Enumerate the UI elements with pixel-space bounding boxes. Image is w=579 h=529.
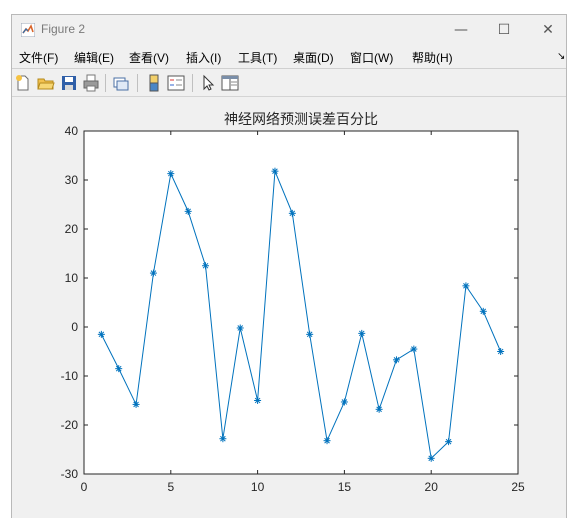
toolbar-separator <box>105 74 106 92</box>
menu-bar: 文件(F) 编辑(E) 查看(V) 插入(I) 工具(T) 桌面(D) 窗口(W… <box>12 45 566 69</box>
menu-overflow-icon[interactable]: ↘ <box>557 51 565 62</box>
menu-file[interactable]: 文件(F) <box>19 49 58 66</box>
y-tick-label: 10 <box>65 271 79 285</box>
toolbar-separator <box>192 74 193 92</box>
y-tick-label: -10 <box>61 369 79 383</box>
menu-insert[interactable]: 插入(I) <box>186 49 221 66</box>
x-tick-label: 25 <box>511 480 525 494</box>
x-tick-label: 5 <box>167 480 174 494</box>
data-point-marker <box>219 435 227 443</box>
menu-desktop[interactable]: 桌面(D) <box>293 49 334 66</box>
maximize-icon: ☐ <box>497 22 511 38</box>
figure-window: Figure 2 — ☐ ✕ 文件(F) 编辑(E) 查看(V) 插入(I) 工… <box>11 14 567 518</box>
x-tick-label: 10 <box>251 480 265 494</box>
menu-tools[interactable]: 工具(T) <box>238 49 277 66</box>
pointer-icon[interactable] <box>199 74 217 92</box>
x-tick-label: 15 <box>338 480 352 494</box>
window-title: Figure 2 <box>41 22 86 36</box>
y-tick-label: 20 <box>65 222 79 236</box>
legend-icon[interactable] <box>167 74 185 92</box>
y-tick-label: 0 <box>71 320 78 334</box>
property-editor-icon[interactable] <box>221 74 239 92</box>
open-icon[interactable] <box>37 74 55 92</box>
menu-help[interactable]: 帮助(H) <box>412 49 453 66</box>
matlab-logo-icon <box>21 23 35 37</box>
menu-edit[interactable]: 编辑(E) <box>74 49 114 66</box>
save-icon[interactable] <box>60 74 78 92</box>
data-point-marker <box>167 170 175 178</box>
chart-title: 神经网络预测误差百分比 <box>224 111 378 127</box>
new-figure-icon[interactable] <box>14 74 32 92</box>
y-tick-label: 40 <box>65 124 79 138</box>
minimize-icon: — <box>454 22 468 38</box>
y-tick-label: -30 <box>61 467 79 481</box>
link-plot-icon[interactable] <box>112 74 130 92</box>
maximize-button[interactable]: ☐ <box>484 18 524 42</box>
toolbar-separator <box>137 74 138 92</box>
line-plot[interactable]: 0 5 10 15 20 25 -30 -20 -10 0 10 20 30 40 神经网络预测误差百分比 <box>12 97 568 518</box>
menu-window[interactable]: 窗口(W) <box>350 49 393 66</box>
title-bar[interactable]: Figure 2 — ☐ ✕ <box>12 15 566 45</box>
minimize-button[interactable]: — <box>441 18 481 42</box>
close-button[interactable]: ✕ <box>528 18 568 42</box>
y-tick-label: 30 <box>65 173 79 187</box>
x-tick-label: 0 <box>81 480 88 494</box>
menu-view[interactable]: 查看(V) <box>129 49 169 66</box>
print-icon[interactable] <box>82 74 100 92</box>
close-icon: ✕ <box>542 22 554 38</box>
x-tick-label: 20 <box>425 480 439 494</box>
figure-canvas: 0 5 10 15 20 25 -30 -20 -10 0 10 20 30 40 神经网络预测误差百分比 <box>12 97 566 518</box>
data-point-marker <box>184 207 192 215</box>
figure-toolbar <box>12 69 566 97</box>
y-tick-label: -20 <box>61 418 79 432</box>
colorbar-icon[interactable] <box>145 74 163 92</box>
